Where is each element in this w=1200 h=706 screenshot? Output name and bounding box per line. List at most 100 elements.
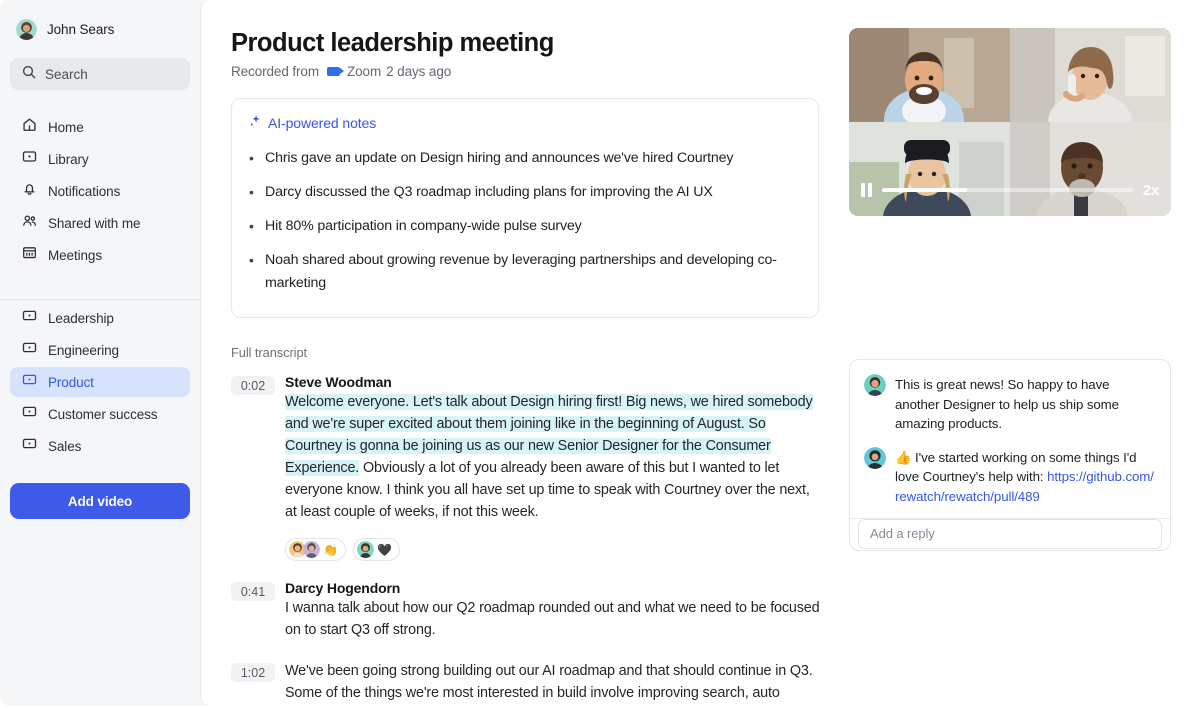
avatar (303, 541, 320, 559)
comment-list: This is great news! So happy to have ano… (850, 360, 1170, 518)
transcript-body: Darcy Hogendorn I wanna talk about how o… (285, 580, 825, 642)
sidebar-item-library[interactable]: Library (10, 144, 190, 174)
comment-text: This is great news! So happy to have ano… (895, 377, 1119, 432)
reaction-pill[interactable]: 🖤 (352, 538, 400, 562)
search-icon (22, 65, 36, 84)
sidebar-item-customer-success[interactable]: Customer success (10, 399, 190, 429)
transcript-entry: 0:02 Steve Woodman Welcome everyone. Let… (231, 374, 849, 562)
ai-notes-heading: AI-powered notes (249, 114, 801, 131)
comment-thread: This is great news! So happy to have ano… (849, 359, 1171, 552)
add-video-button[interactable]: Add video (10, 483, 190, 519)
reaction-emoji: 👏 (323, 542, 338, 557)
sidebar-user-name: John Sears (47, 21, 115, 37)
people-icon (22, 213, 37, 233)
bullet-icon: • (249, 183, 254, 200)
pause-icon[interactable] (861, 183, 872, 197)
sidebar-item-shared-with-me[interactable]: Shared with me (10, 208, 190, 238)
sidebar-item-label: Library (48, 151, 89, 167)
transcript-timestamp[interactable]: 0:41 (231, 582, 275, 602)
reaction-pill[interactable]: 👏 (285, 538, 346, 562)
calendar-icon (22, 245, 37, 265)
transcript-timestamp[interactable]: 1:02 (231, 663, 275, 683)
video-icon (22, 404, 37, 424)
ai-note-text: Hit 80% participation in company-wide pu… (265, 217, 582, 234)
search-input[interactable]: Search (10, 58, 190, 90)
transcript-speaker: Steve Woodman (285, 374, 392, 391)
zoom-video-icon (327, 67, 344, 77)
sidebar-item-notifications[interactable]: Notifications (10, 176, 190, 206)
full-transcript-label: Full transcript (231, 345, 308, 361)
page-title: Product leadership meeting (231, 29, 554, 57)
ai-note-item: • Chris gave an update on Design hiring … (249, 141, 801, 175)
progress-fill (882, 188, 968, 192)
main-content: Product leadership meeting Recorded from… (200, 0, 1200, 706)
comment-item: 👍 I've started working on some things I'… (864, 446, 1156, 507)
transcript-entry: 0:41 Darcy Hogendorn I wanna talk about … (231, 580, 849, 642)
sidebar-item-label: Home (48, 119, 84, 135)
reaction-emoji: 🖤 (376, 542, 392, 557)
video-icon (22, 372, 37, 392)
recorded-from-label: Recorded from (231, 64, 319, 80)
video-icon (22, 308, 37, 328)
sidebar-item-sales[interactable]: Sales (10, 431, 190, 461)
progress-bar[interactable] (882, 188, 1133, 192)
avatar (356, 541, 374, 559)
ai-note-item: • Darcy discussed the Q3 roadmap includi… (249, 175, 801, 209)
sidebar-item-label: Shared with me (48, 215, 141, 231)
sidebar-item-product[interactable]: Product (10, 367, 190, 397)
participant-tile-1 (849, 28, 1010, 122)
sidebar-item-home[interactable]: Home (10, 112, 190, 142)
search-placeholder: Search (45, 66, 88, 82)
sidebar-divider (0, 299, 200, 300)
app-window: John Sears Search Home Library Notificat… (0, 0, 1200, 706)
recorded-when: 2 days ago (386, 64, 452, 80)
sidebar-channels: Leadership Engineering Product Customer … (10, 303, 190, 461)
sidebar-item-label: Leadership (48, 310, 114, 326)
sidebar-item-engineering[interactable]: Engineering (10, 335, 190, 365)
transcript-body: Steve Woodman Welcome everyone. Let's ta… (285, 374, 825, 562)
sidebar-item-leadership[interactable]: Leadership (10, 303, 190, 333)
reply-row: Add a reply (850, 518, 1170, 550)
transcript-speaker: Darcy Hogendorn (285, 580, 401, 597)
source-name: Zoom (347, 64, 382, 80)
playback-speed-button[interactable]: 2x (1143, 182, 1159, 199)
ai-notes-title: AI-powered notes (268, 114, 377, 131)
transcript-text: Welcome everyone. Let's talk about Desig… (285, 392, 825, 523)
sidebar-user[interactable]: John Sears (10, 14, 190, 44)
avatar (864, 374, 886, 396)
sidebar-item-label: Product (48, 374, 94, 390)
transcript-column: Product leadership meeting Recorded from… (201, 0, 849, 706)
reply-input[interactable]: Add a reply (858, 518, 1162, 549)
video-player[interactable]: 2x (849, 28, 1171, 216)
bullet-icon: • (249, 217, 254, 234)
reply-placeholder: Add a reply (870, 526, 935, 542)
media-column: 2x This is great news! So happy to have … (849, 0, 1200, 706)
comment-text: 👍 I've started working on some things I'… (895, 447, 1156, 507)
video-icon (22, 340, 37, 360)
ai-note-item: • Hit 80% participation in company-wide … (249, 209, 801, 243)
sidebar-item-label: Notifications (48, 183, 121, 199)
ai-note-item: • Noah shared about growing revenue by l… (249, 243, 801, 300)
sidebar-nav: Home Library Notifications Shared with m… (10, 112, 190, 270)
transcript-timestamp[interactable]: 0:02 (231, 376, 275, 396)
sidebar-item-label: Customer success (48, 406, 158, 422)
sidebar-item-label: Engineering (48, 342, 119, 358)
bell-icon (22, 181, 37, 201)
video-icon (22, 436, 37, 456)
avatar (864, 446, 886, 469)
transcript-text: We've been going strong building out our… (285, 663, 813, 702)
home-icon (22, 117, 37, 137)
recording-source: Recorded from Zoom 2 days ago (231, 64, 849, 79)
sidebar-item-meetings[interactable]: Meetings (10, 240, 190, 270)
ai-notes-card: AI-powered notes • Chris gave an update … (231, 98, 819, 319)
transcript-rest: Obviously a lot of you already been awar… (285, 459, 810, 520)
ai-notes-list: • Chris gave an update on Design hiring … (249, 141, 801, 300)
sidebar-item-label: Sales (48, 438, 82, 454)
transcript-entry: 1:02 We've been going strong building ou… (231, 661, 849, 706)
bullet-icon: • (249, 251, 254, 268)
reaction-list: 👏 🖤 (285, 538, 825, 562)
avatar (16, 18, 37, 40)
sparkle-icon (249, 114, 262, 131)
library-icon (22, 149, 37, 169)
transcript-text: I wanna talk about how our Q2 roadmap ro… (285, 600, 820, 639)
